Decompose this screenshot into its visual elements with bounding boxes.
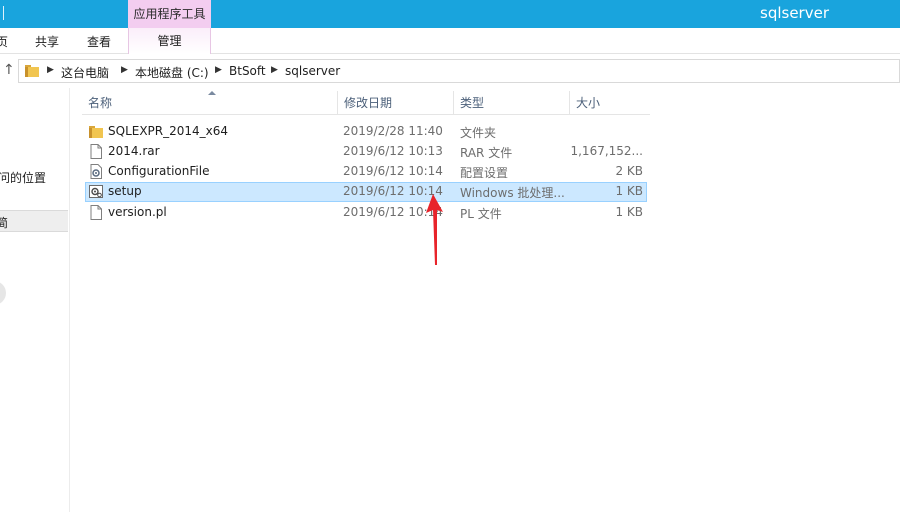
tab-view[interactable]: 查看 xyxy=(87,33,111,50)
file-type: 配置设置 xyxy=(460,166,509,180)
file-modified: 2019/2/28 11:40 xyxy=(343,124,443,138)
file-size: 1 KB xyxy=(615,205,643,219)
address-bar[interactable]: ▶ 这台电脑 ▶ 本地磁盘 (C:) ▶ BtSoft ▶ sqlserver xyxy=(18,59,900,83)
breadcrumb-separator-icon[interactable]: ▶ xyxy=(121,65,128,75)
breadcrumb-separator-icon[interactable]: ▶ xyxy=(271,65,278,75)
file-name: 2014.rar xyxy=(108,144,160,158)
breadcrumb-btsoft[interactable]: BtSoft xyxy=(229,64,266,78)
nav-scroll-indicator[interactable] xyxy=(0,281,6,305)
sort-ascending-icon xyxy=(208,91,216,95)
breadcrumb-local-disk[interactable]: 本地磁盘 (C:) xyxy=(135,64,209,81)
file-name: version.pl xyxy=(108,205,167,219)
nav-item-recent-places[interactable]: 问的位置 xyxy=(0,169,46,186)
file-size: 1,167,152... xyxy=(570,144,643,158)
breadcrumb-separator-icon[interactable]: ▶ xyxy=(215,65,222,75)
table-row[interactable]: ConfigurationFile 2019/6/12 10:14 配置设置 2… xyxy=(85,162,647,182)
annotation-arrow-icon xyxy=(426,194,443,265)
window-title: sqlserver xyxy=(760,4,829,22)
file-modified: 2019/6/12 10:14 xyxy=(343,164,443,178)
nav-item-label: 简 xyxy=(0,216,9,230)
breadcrumb-sqlserver[interactable]: sqlserver xyxy=(285,64,340,78)
file-name: setup xyxy=(108,184,142,198)
file-list-header: 名称 修改日期 类型 大小 xyxy=(82,91,650,115)
column-header-size[interactable]: 大小 xyxy=(570,91,650,115)
quick-access-divider xyxy=(3,6,4,20)
nav-item-selected[interactable]: 简 xyxy=(0,210,68,232)
file-modified: 2019/6/12 10:13 xyxy=(343,144,443,158)
folder-icon xyxy=(25,65,39,77)
up-arrow-icon[interactable]: ↑ xyxy=(3,62,15,78)
config-file-icon xyxy=(90,164,102,179)
file-name: SQLEXPR_2014_x64 xyxy=(108,124,229,138)
file-type: PL 文件 xyxy=(460,207,502,221)
file-name: ConfigurationFile xyxy=(108,164,210,178)
address-row: ↑ ▶ 这台电脑 ▶ 本地磁盘 (C:) ▶ BtSoft ▶ sqlserve… xyxy=(0,54,900,88)
tab-manage[interactable]: 管理 xyxy=(128,28,211,54)
file-size: 1 KB xyxy=(615,184,643,198)
file-type: 文件夹 xyxy=(460,126,497,140)
column-header-modified[interactable]: 修改日期 xyxy=(338,91,454,115)
folder-icon xyxy=(89,126,103,138)
ribbon-tab-bar: 页 共享 查看 管理 xyxy=(0,28,900,54)
tab-page[interactable]: 页 xyxy=(0,33,8,50)
table-row-selected[interactable]: setup 2019/6/12 10:14 Windows 批处理... 1 K… xyxy=(85,182,647,202)
column-header-type[interactable]: 类型 xyxy=(454,91,570,115)
batch-file-icon xyxy=(89,185,103,198)
file-type: RAR 文件 xyxy=(460,146,513,160)
file-icon xyxy=(90,144,102,159)
table-row[interactable]: SQLEXPR_2014_x64 2019/2/28 11:40 文件夹 xyxy=(85,122,647,142)
title-bar: 应用程序工具 sqlserver xyxy=(0,0,900,28)
file-size: 2 KB xyxy=(615,164,643,178)
table-row[interactable]: 2014.rar 2019/6/12 10:13 RAR 文件 1,167,15… xyxy=(85,142,647,162)
navigation-pane: 问的位置 简 xyxy=(0,88,70,512)
breadcrumb-this-pc[interactable]: 这台电脑 xyxy=(61,64,109,81)
file-icon xyxy=(90,205,102,220)
breadcrumb-separator-icon[interactable]: ▶ xyxy=(47,65,54,75)
tab-share[interactable]: 共享 xyxy=(35,33,59,50)
table-row[interactable]: version.pl 2019/6/12 10:14 PL 文件 1 KB xyxy=(85,203,647,223)
context-tool-group-label: 应用程序工具 xyxy=(128,0,211,28)
